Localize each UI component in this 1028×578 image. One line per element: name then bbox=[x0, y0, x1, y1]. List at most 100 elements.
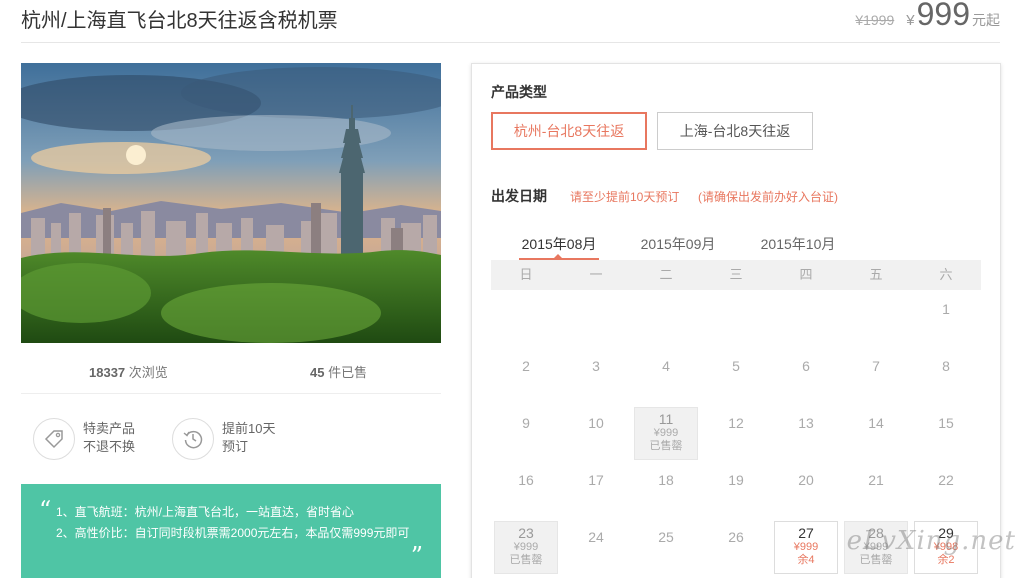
day-number: 8 bbox=[942, 358, 950, 374]
sold-count-label: 件已售 bbox=[328, 365, 368, 380]
open-quote-icon: “ bbox=[39, 496, 52, 524]
page-title: 杭州/上海直飞台北8天往返含税机票 bbox=[21, 10, 338, 32]
weekday-tue: 二 bbox=[659, 267, 673, 282]
weekday-mon: 一 bbox=[589, 267, 603, 282]
weekday-sun: 日 bbox=[519, 267, 533, 282]
weekday-thu: 四 bbox=[799, 267, 813, 282]
calendar-day-3: 3 bbox=[564, 347, 628, 400]
day-number: 27 bbox=[798, 525, 814, 541]
calendar-day-17: 17 bbox=[564, 461, 628, 514]
day-number: 15 bbox=[938, 415, 954, 431]
weekday-wed: 三 bbox=[729, 267, 743, 282]
calendar-day-23: 23 ¥999 已售罄 bbox=[494, 521, 558, 574]
highlights-box: “ 1、直飞航班：杭州/上海直飞台北，一站直达，省时省心 2、高性价比：自订同时… bbox=[21, 484, 441, 578]
calendar-day-14: 14 bbox=[844, 404, 908, 457]
calendar-day-24: 24 bbox=[564, 518, 628, 571]
calendar-day-19: 19 bbox=[704, 461, 768, 514]
calendar-day-5: 5 bbox=[704, 347, 768, 400]
advance-booking-hint: 请至少提前10天预订 bbox=[570, 190, 680, 204]
day-number: 14 bbox=[868, 415, 884, 431]
day-number: 3 bbox=[592, 358, 600, 374]
day-number: 12 bbox=[728, 415, 744, 431]
day-number: 18 bbox=[658, 472, 674, 488]
tag-icon bbox=[33, 418, 75, 460]
day-number: 22 bbox=[938, 472, 954, 488]
calendar-day-1: 1 bbox=[914, 290, 978, 343]
tab-month-oct[interactable]: 2015年10月 bbox=[744, 234, 852, 254]
calendar-day-20: 20 bbox=[774, 461, 838, 514]
calendar-day-13: 13 bbox=[774, 404, 838, 457]
calendar-day-9: 9 bbox=[494, 404, 558, 457]
day-number: 24 bbox=[588, 529, 604, 545]
day-number: 19 bbox=[728, 472, 744, 488]
clock-history-icon bbox=[172, 418, 214, 460]
sold-count: 45 件已售 bbox=[310, 362, 367, 381]
day-number: 26 bbox=[728, 529, 744, 545]
calendar-day-22: 22 bbox=[914, 461, 978, 514]
watermark: eLvXing.net bbox=[846, 526, 1016, 556]
calendar-day-16: 16 bbox=[494, 461, 558, 514]
day-number: 11 bbox=[658, 411, 674, 427]
booking-panel: 产品类型 杭州-台北8天往返 上海-台北8天往返 出发日期 请至少提前10天预订… bbox=[471, 63, 1001, 578]
weekday-fri: 五 bbox=[869, 267, 883, 282]
sale-price: 999 bbox=[916, 0, 970, 32]
header-divider bbox=[21, 42, 1000, 43]
day-number: 16 bbox=[518, 472, 534, 488]
calendar-day-15: 15 bbox=[914, 404, 978, 457]
day-number: 10 bbox=[588, 415, 604, 431]
weekday-header: 日 一 二 三 四 五 六 bbox=[491, 260, 981, 290]
product-photo bbox=[21, 63, 441, 343]
type-option-hangzhou[interactable]: 杭州-台北8天往返 bbox=[491, 112, 647, 150]
highlight-line-2: 2、高性价比：自订同时段机票需2000元左右，本品仅需999元即可 bbox=[56, 526, 410, 540]
calendar-day-25: 25 bbox=[634, 518, 698, 571]
day-number: 13 bbox=[798, 415, 814, 431]
calendar-day-8: 8 bbox=[914, 347, 978, 400]
feature-no-refund: 特卖产品不退不换 bbox=[33, 418, 147, 460]
permit-hint: (请确保出发前办好入台证) bbox=[698, 190, 838, 204]
day-number: 9 bbox=[522, 415, 530, 431]
feature-text: 特卖产品不退不换 bbox=[83, 421, 136, 454]
day-price: ¥999 bbox=[513, 541, 539, 553]
day-status: 余4 bbox=[797, 554, 815, 566]
day-number: 7 bbox=[872, 358, 880, 374]
day-status: 已售罄 bbox=[649, 440, 683, 452]
view-count-value: 18337 bbox=[89, 365, 126, 380]
day-number: 6 bbox=[802, 358, 810, 374]
product-type-label: 产品类型 bbox=[491, 84, 547, 100]
price-box: ¥1999 ¥ 999 元起 bbox=[855, 0, 1000, 33]
tab-month-sep[interactable]: 2015年09月 bbox=[624, 234, 732, 254]
day-price: ¥999 bbox=[653, 427, 679, 439]
calendar-day-26: 26 bbox=[704, 518, 768, 571]
month-tabs: 2015年08月 2015年09月 2015年10月 bbox=[491, 232, 981, 262]
original-price: ¥1999 bbox=[855, 12, 895, 28]
day-number: 25 bbox=[658, 529, 674, 545]
day-number: 1 bbox=[942, 301, 950, 317]
calendar-day-21: 21 bbox=[844, 461, 908, 514]
feature-book-ahead: 提前10天预订 bbox=[172, 418, 286, 460]
day-status: 已售罄 bbox=[509, 554, 543, 566]
day-number: 4 bbox=[662, 358, 670, 374]
day-number: 21 bbox=[868, 472, 884, 488]
day-number: 2 bbox=[522, 358, 530, 374]
view-count: 18337 次浏览 bbox=[89, 362, 168, 381]
day-number: 23 bbox=[518, 525, 534, 541]
sold-count-value: 45 bbox=[310, 365, 325, 380]
calendar-day-2: 2 bbox=[494, 347, 558, 400]
calendar-day-10: 10 bbox=[564, 404, 628, 457]
price-suffix: 元起 bbox=[972, 12, 1000, 28]
calendar-day-27[interactable]: 27 ¥999 余4 bbox=[774, 521, 838, 574]
close-quote-icon: ” bbox=[410, 542, 423, 570]
day-number: 17 bbox=[588, 472, 604, 488]
highlight-line-1: 1、直飞航班：杭州/上海直飞台北，一站直达，省时省心 bbox=[56, 505, 355, 519]
feature-text: 提前10天预订 bbox=[222, 421, 276, 454]
calendar-day-12: 12 bbox=[704, 404, 768, 457]
weekday-sat: 六 bbox=[939, 267, 953, 282]
day-number: 5 bbox=[732, 358, 740, 374]
departure-date-label: 出发日期 bbox=[491, 188, 547, 204]
calendar-day-4: 4 bbox=[634, 347, 698, 400]
tab-month-aug[interactable]: 2015年08月 bbox=[505, 234, 613, 254]
day-price: ¥999 bbox=[793, 541, 819, 553]
type-option-shanghai[interactable]: 上海-台北8天往返 bbox=[657, 112, 813, 150]
stats-divider bbox=[21, 393, 441, 394]
view-count-label: 次浏览 bbox=[128, 365, 168, 380]
